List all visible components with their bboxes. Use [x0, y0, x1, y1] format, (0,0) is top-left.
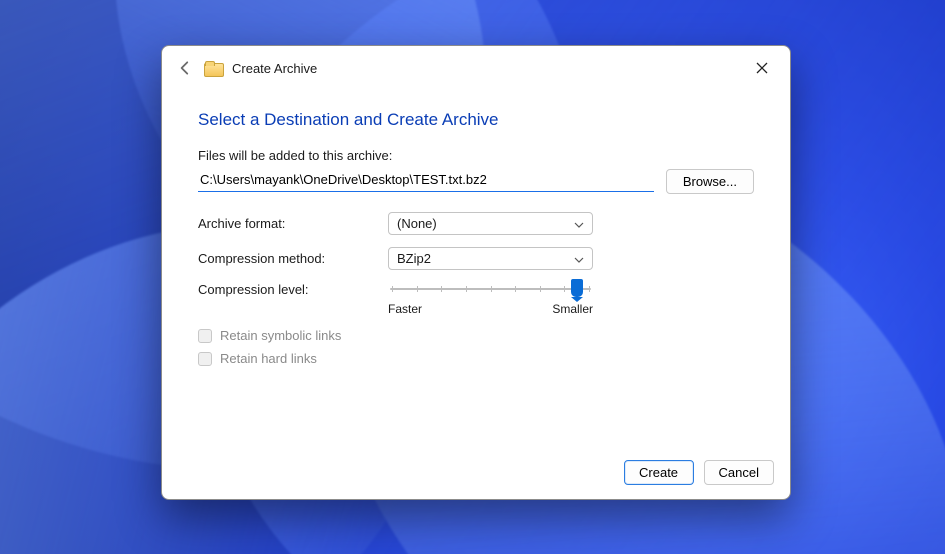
dialog-content: Select a Destination and Create Archive … [162, 84, 790, 449]
retain-symbolic-links-checkbox [198, 329, 212, 343]
compression-method-combo[interactable]: BZip2 [388, 247, 593, 270]
chevron-down-icon [574, 216, 584, 231]
compression-level-slider[interactable] [388, 282, 593, 296]
close-button[interactable] [748, 56, 776, 80]
dialog-footer: Create Cancel [162, 449, 790, 499]
dialog-title: Create Archive [232, 61, 317, 76]
page-heading: Select a Destination and Create Archive [198, 110, 754, 130]
back-button[interactable] [176, 59, 194, 77]
retain-hard-links-row: Retain hard links [198, 351, 754, 366]
compression-method-value: BZip2 [397, 251, 431, 266]
create-archive-dialog: Create Archive Select a Destination and … [161, 45, 791, 500]
create-button[interactable]: Create [624, 460, 694, 485]
retain-hard-links-checkbox [198, 352, 212, 366]
browse-button[interactable]: Browse... [666, 169, 754, 194]
compression-method-label: Compression method: [198, 251, 388, 266]
compression-level-label: Compression level: [198, 282, 388, 297]
chevron-down-icon [574, 251, 584, 266]
archive-format-label: Archive format: [198, 216, 388, 231]
retain-hard-links-label: Retain hard links [220, 351, 317, 366]
slider-thumb[interactable] [571, 279, 583, 297]
archive-hint-label: Files will be added to this archive: [198, 148, 754, 163]
folder-icon [204, 61, 222, 75]
archive-format-combo[interactable]: (None) [388, 212, 593, 235]
archive-format-value: (None) [397, 216, 437, 231]
cancel-button[interactable]: Cancel [704, 460, 774, 485]
retain-symbolic-links-label: Retain symbolic links [220, 328, 341, 343]
destination-path-input[interactable] [198, 169, 654, 192]
titlebar: Create Archive [162, 46, 790, 84]
retain-symbolic-links-row: Retain symbolic links [198, 328, 754, 343]
slider-left-label: Faster [388, 302, 422, 316]
slider-right-label: Smaller [552, 302, 593, 316]
